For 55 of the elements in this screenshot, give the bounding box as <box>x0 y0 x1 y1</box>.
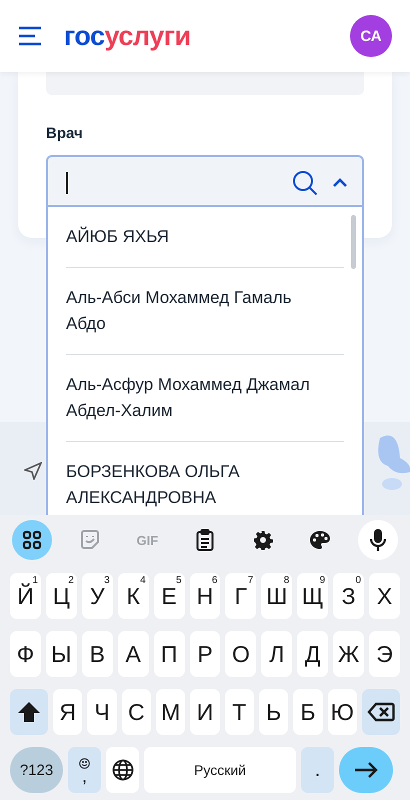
letter-key[interactable]: Ю <box>328 689 357 735</box>
letter-key[interactable]: Э <box>369 631 400 677</box>
letter-key[interactable]: О <box>225 631 256 677</box>
mic-button[interactable] <box>358 520 398 560</box>
period-key[interactable]: . <box>301 747 334 793</box>
send-icon[interactable] <box>24 462 42 480</box>
clipboard-icon <box>196 529 214 551</box>
letter-key[interactable]: С <box>122 689 151 735</box>
field-label: Врач <box>46 125 84 144</box>
letter-key[interactable]: Д <box>297 631 328 677</box>
comma-key[interactable]: , <box>68 747 101 793</box>
globe-icon <box>112 759 134 781</box>
letter-key[interactable]: Ф <box>10 631 41 677</box>
language-key[interactable] <box>106 747 139 793</box>
doctor-option[interactable]: Аль-Асфур Мохаммед Джамал Абдел-Халим <box>66 355 344 442</box>
symbols-key[interactable]: ?123 <box>10 747 63 793</box>
space-key[interactable]: Русский <box>144 747 296 793</box>
microphone-icon <box>370 528 386 552</box>
letter-key[interactable]: Я <box>53 689 82 735</box>
menu-icon[interactable] <box>18 26 42 46</box>
caret-up-icon[interactable] <box>332 178 348 188</box>
letter-key[interactable]: Л <box>261 631 292 677</box>
arrow-right-icon <box>354 762 378 778</box>
avatar[interactable]: СА <box>350 15 392 57</box>
letter-key[interactable]: В <box>82 631 113 677</box>
letter-key[interactable]: М <box>156 689 186 735</box>
scrollbar[interactable] <box>351 215 356 269</box>
letter-key[interactable]: Т <box>224 689 254 735</box>
letter-key[interactable]: Х <box>369 573 400 619</box>
apps-button[interactable] <box>12 520 52 560</box>
shift-arrow-icon <box>17 701 41 723</box>
apps-grid-icon <box>22 530 42 550</box>
sticker-icon <box>78 529 101 551</box>
backspace-key[interactable] <box>362 689 400 735</box>
letter-key[interactable]: Ы <box>46 631 77 677</box>
doctor-option[interactable]: АЙЮБ ЯХЬЯ <box>66 207 344 268</box>
gear-icon <box>252 530 273 550</box>
letter-key[interactable]: Б <box>293 689 323 735</box>
shift-key[interactable] <box>10 689 48 735</box>
letter-key[interactable]: Ь <box>258 689 288 735</box>
letter-key[interactable]: Ж <box>333 631 364 677</box>
logo[interactable]: госуслуги <box>64 20 191 52</box>
letter-key[interactable]: П <box>154 631 185 677</box>
letter-key[interactable]: Ч <box>87 689 117 735</box>
palette-icon <box>309 530 332 550</box>
letter-key[interactable]: И <box>190 689 220 735</box>
letter-key[interactable]: А <box>118 631 149 677</box>
search-field[interactable] <box>46 155 364 208</box>
backspace-icon <box>366 702 395 722</box>
doctor-option[interactable]: Аль-Абси Мохаммед Гамаль Абдо <box>66 268 344 355</box>
enter-key[interactable] <box>339 747 393 793</box>
search-icon[interactable] <box>292 170 318 196</box>
text-cursor <box>66 172 68 194</box>
letter-key[interactable]: Р <box>190 631 220 677</box>
smiley-icon <box>79 758 90 768</box>
